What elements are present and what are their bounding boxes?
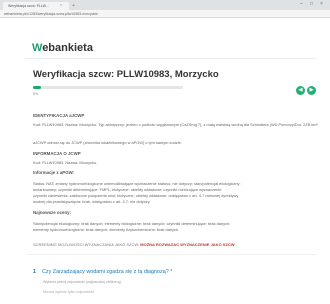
progress-bar xyxy=(33,86,183,89)
question-hint-secondary: Można wybrać tylko odpowiedź. xyxy=(43,290,96,294)
brand-logo: Webankieta xyxy=(32,42,93,54)
logo-text: ebankieta xyxy=(42,42,93,54)
info-line: Kod: PLLW10983. Nazwa: Morzycko. xyxy=(33,160,98,165)
progress-fill xyxy=(33,86,41,89)
chevron-right-icon: ▶ xyxy=(309,87,314,93)
browser-tab-strip: Weryfikacja szcw: PLLW... × + – □ × xyxy=(0,0,330,10)
maximize-icon[interactable]: □ xyxy=(310,1,313,7)
info-line: umiarkowany; czynniki determinujące: FMP… xyxy=(33,187,223,192)
question-hint: Wybierz jedną odpowiedź (najbardziej zbl… xyxy=(43,280,122,284)
logo-prefix: W xyxy=(32,42,43,54)
info-line: Kod: PLLW10983. Nazwa: Morzycko. Typ abi… xyxy=(33,122,318,127)
page-title: Weryfikacja szcw: PLLW10983, Morzycko xyxy=(33,69,219,80)
section-divider xyxy=(26,254,316,255)
url-text: webankieta.pl/c/1283/weryfikacja-szcw-pl… xyxy=(4,12,98,16)
info-line: aJCWP odnosi się do JCWP (zbiornika wkaź… xyxy=(33,140,182,145)
chevron-left-icon: ◀ xyxy=(298,87,303,93)
header-divider xyxy=(26,58,316,59)
question-1: 1 Czy Zarządzający wodami zgadza się z tą… xyxy=(33,269,172,275)
address-bar[interactable]: webankieta.pl/c/1283/weryfikacja-szcw-pl… xyxy=(0,10,330,18)
next-page-button[interactable]: ▶ xyxy=(307,86,316,95)
section-heading-identification: IDENTYFIKACJA aJCWP xyxy=(33,113,85,118)
section-heading-jcwp: INFORMACJA O JCWP xyxy=(33,151,81,156)
new-tab-icon[interactable]: + xyxy=(72,3,75,9)
screening-result: SCREENING MOŻLIWOŚCI WYZNACZANIA JAKO SZ… xyxy=(33,242,235,247)
minimize-icon[interactable]: – xyxy=(300,1,303,7)
prev-page-button[interactable]: ◀ xyxy=(296,86,305,95)
info-line: Stan/potencjał ekologiczny: brak danych;… xyxy=(33,221,231,226)
question-text: Czy Zarządzający wodami zgadza się z tą … xyxy=(42,269,173,275)
section-heading-assessments: Najnowsze oceny: xyxy=(33,210,72,215)
progress-label: 5% xyxy=(33,92,39,96)
info-line: elementy hydromorfologiczne: brak danych… xyxy=(33,227,180,232)
info-line: czynniki zaniesienia: zakłócone połączen… xyxy=(33,193,239,198)
info-line: Status: NAT; zmiany hydromorfologiczne u… xyxy=(33,181,241,186)
close-tab-icon[interactable]: × xyxy=(60,2,62,7)
screening-verdict: MOŻNA ROZWAŻAĆ WYZNACZENIE JAKO SZCW xyxy=(140,242,235,247)
section-heading-apgw: Informacje z aPGW: xyxy=(33,170,75,175)
info-line: wodnej dla przedsięwzięcia: brak; odstęp… xyxy=(33,199,151,204)
question-number: 1 xyxy=(33,269,36,275)
tab-title: Weryfikacja szcw: PLLW... xyxy=(8,4,49,8)
screening-label: SCREENING MOŻLIWOŚCI WYZNACZANIA JAKO SZ… xyxy=(33,242,140,247)
close-window-icon[interactable]: × xyxy=(320,1,323,7)
